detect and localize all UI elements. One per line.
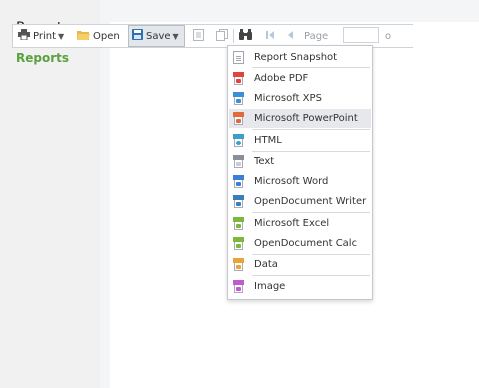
menu-item-microsoft-word[interactable]: Microsoft Word [229, 172, 371, 191]
menu-item-microsoft-powerpoint[interactable]: Microsoft PowerPoint [229, 109, 371, 128]
ods-icon [233, 237, 244, 250]
save-label: Save [146, 30, 171, 42]
chevron-down-icon: ▼ [58, 31, 65, 41]
open-label: Open [93, 30, 120, 42]
floppy-disk-icon [132, 29, 143, 43]
html-icon [233, 134, 244, 147]
copy-pages-icon [216, 28, 228, 44]
menu-item-data[interactable]: Data [229, 255, 371, 274]
first-page-icon [265, 30, 275, 43]
save-format-menu: Report Snapshot Adobe PDF Microsoft XPS … [227, 45, 373, 300]
menu-item-label: Adobe PDF [254, 73, 309, 84]
menu-item-label: Data [254, 259, 278, 270]
menu-item-opendocument-calc[interactable]: OpenDocument Calc [229, 234, 371, 253]
menu-item-label: OpenDocument Writer [254, 196, 367, 207]
menu-item-label: OpenDocument Calc [254, 238, 358, 249]
print-label: Print [33, 30, 57, 42]
page-label: Page [304, 30, 329, 42]
report-snapshot-icon [233, 51, 244, 64]
menu-divider [252, 275, 370, 276]
menu-item-label: Image [254, 281, 286, 292]
save-button[interactable]: Save ▼ [128, 25, 185, 47]
document-map-icon [193, 28, 204, 44]
menu-item-html[interactable]: HTML [229, 131, 371, 150]
sidebar-item-reports[interactable]: Reports [16, 51, 69, 65]
text-icon [233, 155, 244, 168]
binoculars-icon [239, 29, 252, 43]
data-icon [233, 258, 244, 271]
menu-divider [252, 129, 370, 130]
open-button[interactable]: Open [77, 25, 120, 47]
menu-item-opendocument-writer[interactable]: OpenDocument Writer [229, 192, 371, 211]
page-of-label: o [385, 30, 392, 42]
document-map-button[interactable] [193, 25, 204, 47]
pdf-icon [233, 72, 244, 85]
menu-item-label: HTML [254, 135, 282, 146]
menu-item-microsoft-xps[interactable]: Microsoft XPS [229, 89, 371, 108]
first-page-button[interactable] [265, 25, 275, 47]
menu-item-label: Microsoft Word [254, 176, 329, 187]
xps-icon [233, 92, 244, 105]
menu-item-report-snapshot[interactable]: Report Snapshot [229, 48, 371, 67]
parameters-button[interactable] [216, 25, 228, 47]
chevron-down-icon: ▼ [172, 31, 179, 41]
menu-item-adobe-pdf[interactable]: Adobe PDF [229, 69, 371, 88]
menu-item-image[interactable]: Image [229, 277, 371, 296]
menu-divider [252, 67, 370, 68]
menu-divider [252, 212, 370, 213]
page-number-input[interactable] [343, 27, 379, 43]
odt-icon [233, 195, 244, 208]
powerpoint-icon [233, 112, 244, 125]
toolbar-divider [233, 29, 234, 43]
print-button[interactable]: Print ▼ [18, 25, 64, 47]
word-icon [233, 175, 244, 188]
previous-page-button[interactable] [286, 25, 294, 47]
printer-icon [18, 29, 30, 43]
menu-item-label: Report Snapshot [254, 52, 338, 63]
folder-icon [77, 30, 90, 43]
sidebar: Reports Reports [0, 0, 100, 388]
find-button[interactable] [239, 25, 252, 47]
menu-item-label: Microsoft Excel [254, 218, 330, 229]
menu-item-text[interactable]: Text [229, 152, 371, 171]
menu-item-label: Microsoft PowerPoint [254, 113, 358, 124]
menu-item-label: Text [254, 156, 275, 167]
excel-icon [233, 217, 244, 230]
menu-item-microsoft-excel[interactable]: Microsoft Excel [229, 214, 371, 233]
image-icon [233, 280, 244, 293]
menu-item-label: Microsoft XPS [254, 93, 322, 104]
previous-page-icon [286, 30, 294, 43]
